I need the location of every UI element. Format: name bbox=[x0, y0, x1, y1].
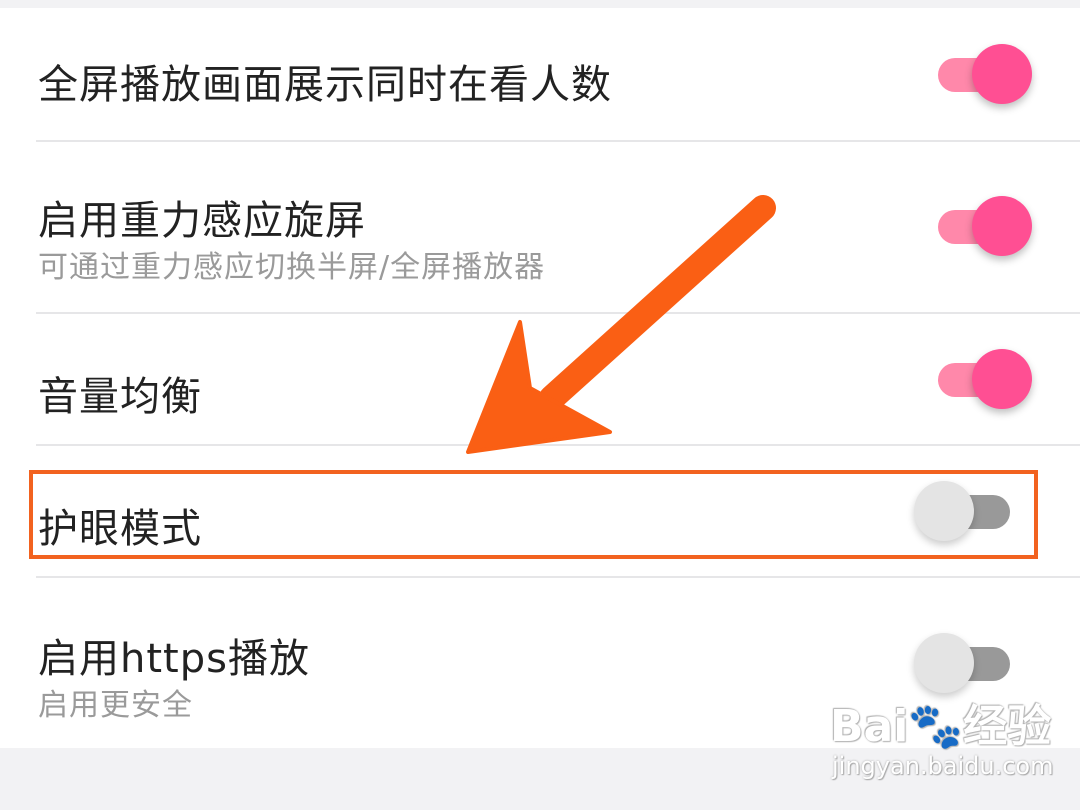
watermark-suffix: 经验 bbox=[963, 701, 1052, 752]
setting-title: 全屏播放画面展示同时在看人数 bbox=[38, 62, 612, 108]
watermark-brand: Bai bbox=[830, 701, 909, 752]
toggle-knob bbox=[972, 196, 1032, 256]
toggle-knob bbox=[972, 349, 1032, 409]
setting-row-volume-balance[interactable]: 音量均衡 bbox=[0, 314, 1080, 444]
setting-title: 启用https播放 bbox=[38, 636, 310, 682]
setting-row-gravity-rotate[interactable]: 启用重力感应旋屏 可通过重力感应切换半屏/全屏播放器 bbox=[0, 142, 1080, 312]
setting-subtitle: 可通过重力感应切换半屏/全屏播放器 bbox=[38, 250, 546, 285]
toggle-knob bbox=[914, 633, 974, 693]
toggle-knob bbox=[972, 44, 1032, 104]
gravity-rotate-toggle[interactable] bbox=[938, 196, 1034, 256]
viewer-count-toggle[interactable] bbox=[938, 44, 1034, 104]
settings-panel: 全屏播放画面展示同时在看人数 启用重力感应旋屏 可通过重力感应切换半屏/全屏播放… bbox=[0, 8, 1080, 748]
watermark-logo: Bai🐾经验 bbox=[830, 690, 1051, 754]
paw-icon: 🐾 bbox=[908, 701, 964, 752]
top-strip bbox=[0, 0, 1080, 8]
watermark-url: jingyan.baidu.com bbox=[832, 752, 1054, 780]
volume-balance-toggle[interactable] bbox=[938, 349, 1034, 409]
https-playback-toggle[interactable] bbox=[914, 633, 1010, 693]
setting-title: 音量均衡 bbox=[38, 374, 202, 420]
setting-row-viewer-count[interactable]: 全屏播放画面展示同时在看人数 bbox=[0, 8, 1080, 140]
setting-subtitle: 启用更安全 bbox=[38, 688, 193, 723]
watermark: Bai🐾经验 jingyan.baidu.com bbox=[830, 690, 1070, 790]
highlight-box bbox=[29, 470, 1038, 559]
setting-title: 启用重力感应旋屏 bbox=[38, 198, 366, 244]
